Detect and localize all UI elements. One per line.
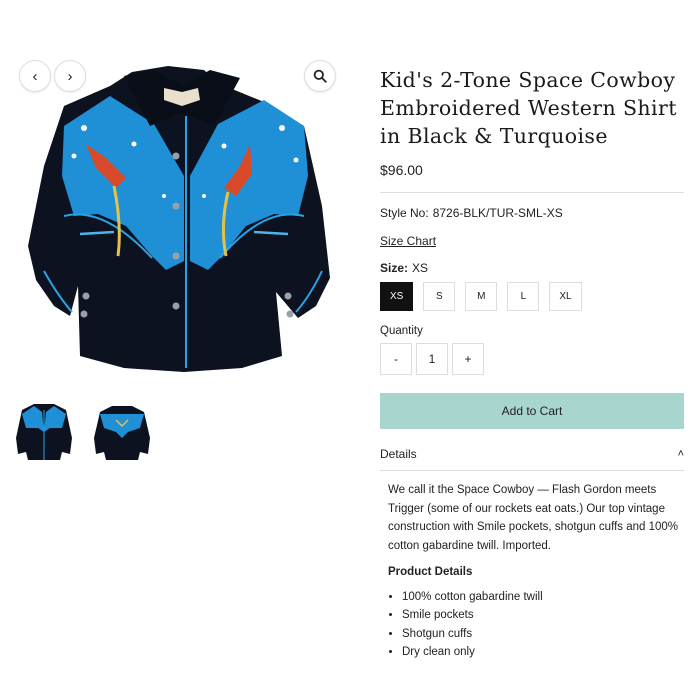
- size-option-l[interactable]: L: [507, 282, 540, 311]
- thumbnail-back[interactable]: [90, 398, 154, 466]
- quantity-stepper: - 1 +: [380, 343, 684, 375]
- zoom-button[interactable]: [304, 60, 336, 92]
- style-number-value: 8726-BLK/TUR-SML-XS: [432, 206, 563, 220]
- selected-size-value: XS: [412, 261, 429, 275]
- quantity-decrease-button[interactable]: -: [380, 343, 412, 375]
- product-main-image[interactable]: [14, 56, 350, 388]
- prev-image-button[interactable]: ‹: [19, 60, 51, 92]
- chevron-right-icon: ›: [67, 67, 73, 85]
- list-item: Shotgun cuffs: [402, 625, 680, 644]
- product-gallery: ‹ ›: [0, 0, 350, 700]
- chevron-left-icon: ‹: [32, 67, 38, 85]
- size-option-m[interactable]: M: [465, 282, 498, 311]
- divider: [380, 192, 684, 193]
- magnifier-icon: [313, 69, 327, 83]
- size-label: Size:: [380, 261, 409, 275]
- style-number-label: Style No:: [380, 206, 429, 220]
- product-title: Kid's 2-Tone Space Cowboy Embroidered We…: [380, 68, 677, 148]
- next-image-button[interactable]: ›: [54, 60, 86, 92]
- size-option-xs[interactable]: XS: [380, 282, 414, 311]
- list-item: Smile pockets: [402, 606, 680, 625]
- product-details-title: Product Details: [388, 566, 473, 578]
- style-number: Style No: 8726-BLK/TUR-SML-XS: [380, 206, 684, 220]
- size-option-xl[interactable]: XL: [549, 282, 582, 311]
- size-selection-label: Size: XS: [380, 261, 684, 275]
- size-option-s[interactable]: S: [423, 282, 456, 311]
- thumbnail-strip: [12, 398, 154, 466]
- details-heading: Details: [380, 447, 417, 461]
- quantity-increase-button[interactable]: +: [452, 343, 484, 375]
- details-accordion-toggle[interactable]: Details ˄: [380, 447, 684, 471]
- add-to-cart-button[interactable]: Add to Cart: [380, 393, 684, 429]
- list-item: 100% cotton gabardine twill: [402, 588, 680, 607]
- thumbnail-front[interactable]: [12, 398, 76, 466]
- size-chart-link[interactable]: Size Chart: [380, 234, 436, 248]
- product-details-list: 100% cotton gabardine twill Smile pocket…: [388, 588, 680, 662]
- size-options: XS S M L XL: [380, 282, 684, 311]
- details-content: We call it the Space Cowboy — Flash Gord…: [380, 471, 684, 662]
- chevron-up-icon: ˄: [677, 448, 684, 460]
- product-info: Kid's 2-Tone Space Cowboy Embroidered We…: [380, 66, 684, 662]
- product-description: We call it the Space Cowboy — Flash Gord…: [388, 484, 679, 552]
- product-price: $96.00: [380, 162, 423, 178]
- quantity-input[interactable]: 1: [416, 343, 448, 375]
- quantity-label: Quantity: [380, 325, 423, 337]
- list-item: Dry clean only: [402, 643, 680, 662]
